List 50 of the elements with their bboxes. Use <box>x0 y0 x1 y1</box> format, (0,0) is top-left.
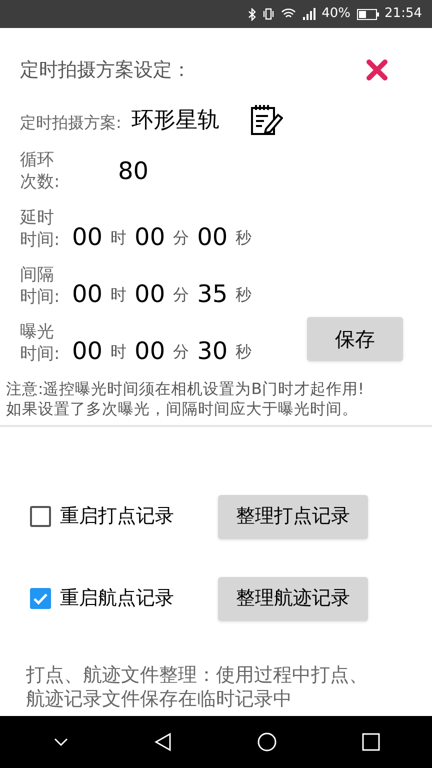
checkbox-label: 重启航点记录 <box>60 586 174 612</box>
record-button[interactable]: 整理打点记录 <box>218 494 368 538</box>
time-value[interactable]: 30 <box>197 336 228 364</box>
time-value[interactable]: 00 <box>134 222 166 250</box>
bluetooth-icon <box>248 8 256 20</box>
dialog-title: 定时拍摄方案设定： <box>20 58 191 83</box>
time-value[interactable]: 00 <box>134 280 166 308</box>
vibrate-icon <box>262 8 275 20</box>
time-value[interactable]: 00 <box>72 222 103 250</box>
time-value[interactable]: 00 <box>134 336 166 364</box>
record-button[interactable]: 整理航迹记录 <box>218 576 368 620</box>
note-text: 注意:遥控曝光时间须在相机设置为B门时才起作用! <box>6 378 366 398</box>
chevron-down-icon[interactable] <box>52 737 68 747</box>
recent-apps-icon[interactable] <box>362 733 380 751</box>
checkbox[interactable] <box>30 506 51 527</box>
time-value[interactable]: 35 <box>197 280 228 308</box>
save-button[interactable]: 保存 <box>307 316 403 360</box>
time-unit: 时 <box>110 284 127 306</box>
close-icon[interactable] <box>366 59 388 82</box>
time-unit: 秒 <box>236 340 252 362</box>
time-value[interactable]: 00 <box>72 280 103 308</box>
field-label: 间隔 时间: <box>20 264 61 308</box>
time-value[interactable]: 00 <box>197 222 228 250</box>
back-icon[interactable] <box>154 732 172 752</box>
note-text: 如果设置了多次曝光，间隔时间应大于曝光时间。 <box>6 398 359 418</box>
time-unit: 时 <box>110 226 127 248</box>
field-label: 延时 时间: <box>20 206 61 250</box>
time-unit: 分 <box>173 226 190 248</box>
time-value[interactable]: 00 <box>72 336 103 364</box>
battery-icon <box>356 8 379 20</box>
plan-name: 环形星轨 <box>131 106 220 134</box>
checkmark-icon <box>33 592 48 604</box>
clock: 21:54 <box>384 5 422 24</box>
plan-label: 定时拍摄方案: <box>20 112 122 134</box>
checkbox[interactable] <box>30 588 51 609</box>
checkbox-label: 重启打点记录 <box>60 504 174 530</box>
field-label: 曝光 时间: <box>20 320 61 364</box>
time-unit: 分 <box>173 340 190 362</box>
wifi-icon <box>280 8 296 20</box>
cycle-count[interactable]: 80 <box>118 152 149 188</box>
field-label: 循环 次数: <box>20 148 61 192</box>
time-unit: 时 <box>110 340 127 362</box>
help-text: 打点、航迹文件整理：使用过程中打点、航迹记录文件保存在临时记录中 <box>25 662 369 710</box>
time-unit: 秒 <box>236 284 252 306</box>
home-icon[interactable] <box>256 732 276 752</box>
battery-percent: 40% <box>322 5 351 24</box>
time-unit: 秒 <box>236 226 252 248</box>
signal-icon <box>302 8 316 20</box>
time-unit: 分 <box>173 284 190 306</box>
edit-note-icon[interactable] <box>249 102 284 136</box>
